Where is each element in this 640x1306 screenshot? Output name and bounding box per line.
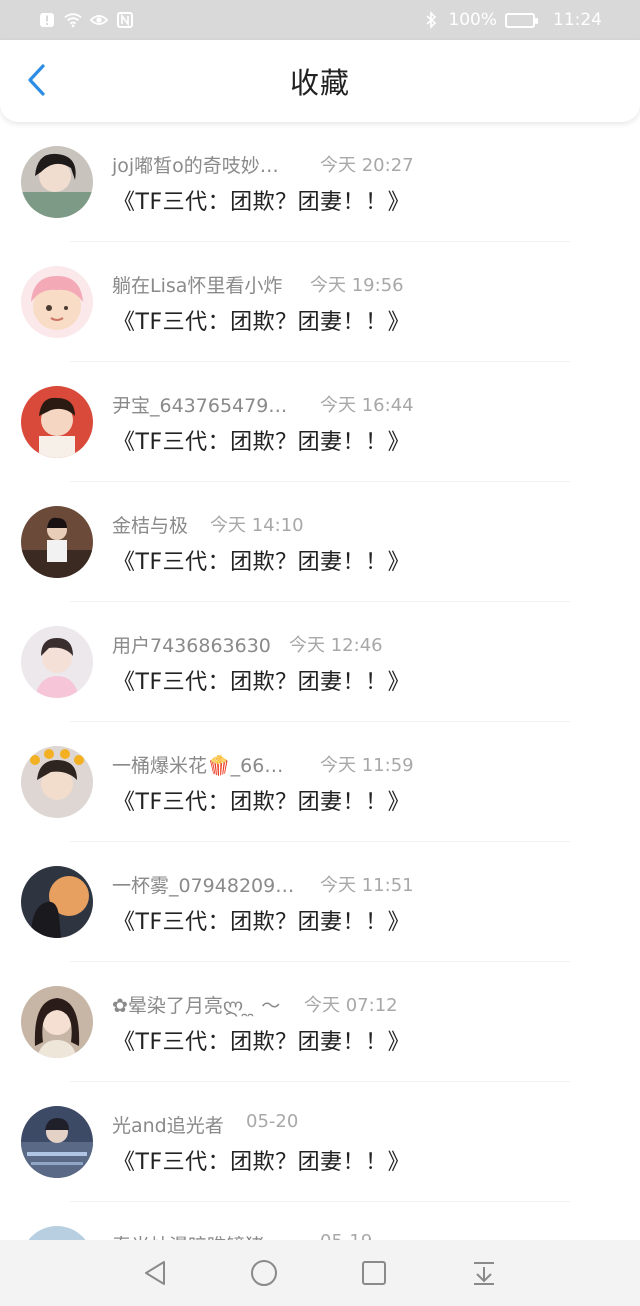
- article-title: 《TF三代：团欺？团妻！！》: [113, 310, 411, 335]
- list-item[interactable]: ✿晕染了月亮ლ ̯ ̯ 〜 今天 07:12 《TF三代：团欺？团妻！！》: [0, 962, 640, 1082]
- article-title: 《TF三代：团欺？团妻！！》: [113, 910, 411, 935]
- article-title: 《TF三代：团欺？团妻！！》: [113, 1150, 411, 1175]
- timestamp: 05-20: [246, 1111, 299, 1132]
- user-name: ✿晕染了月亮ლ ̯ ̯ 〜: [112, 995, 281, 1017]
- article-title: 《TF三代：团欺？团妻！！》: [113, 670, 411, 695]
- nfc-icon: [116, 11, 134, 29]
- user-name: 尹宝_643765479…: [112, 395, 288, 417]
- list-item[interactable]: 躺在Lisa怀里看小炸 今天 19:56 《TF三代：团欺？团妻！！》: [0, 242, 640, 362]
- timestamp: 今天 07:12: [304, 995, 398, 1016]
- timestamp: 今天 14:10: [210, 515, 304, 536]
- avatar[interactable]: [21, 866, 93, 938]
- status-left: [38, 11, 134, 29]
- status-bar: 100% 11:24: [0, 0, 640, 40]
- chevron-left-icon: [28, 64, 45, 96]
- system-nav-bar: [0, 1240, 640, 1306]
- favorites-list: joj嘟晳o的奇吱妙… 今天 20:27 《TF三代：团欺？团妻！！》 躺在Li…: [0, 122, 640, 1240]
- status-right: 100% 11:24: [422, 10, 602, 30]
- top-bar: 收藏: [0, 40, 640, 122]
- page-title: 收藏: [289, 66, 350, 100]
- avatar[interactable]: [21, 626, 93, 698]
- bluetooth-icon: [422, 11, 440, 29]
- alert-icon: [38, 11, 56, 29]
- user-name: 一杯雾_07948209…: [112, 875, 295, 897]
- timestamp: 今天 20:27: [320, 155, 414, 176]
- list-item[interactable]: 金桔与极 今天 14:10 《TF三代：团欺？团妻！！》: [0, 482, 640, 602]
- nav-home-button[interactable]: [249, 1258, 279, 1288]
- user-name: 春光灿漫暗瞧镜猪: [112, 1231, 264, 1240]
- back-button[interactable]: [18, 62, 54, 98]
- user-name: 躺在Lisa怀里看小炸: [112, 275, 283, 297]
- list-item[interactable]: 光and追光者 05-20 《TF三代：团欺？团妻！！》: [0, 1082, 640, 1202]
- eye-icon: [90, 11, 108, 29]
- avatar[interactable]: [21, 1226, 93, 1240]
- avatar[interactable]: [21, 986, 93, 1058]
- timestamp: 05-19: [320, 1231, 372, 1240]
- timestamp: 今天 16:44: [320, 395, 414, 416]
- timestamp: 今天 19:56: [310, 275, 404, 296]
- avatar[interactable]: [21, 146, 93, 218]
- wifi-icon: [64, 11, 82, 29]
- avatar[interactable]: [21, 266, 93, 338]
- article-title: 《TF三代：团欺？团妻！！》: [113, 190, 411, 215]
- triangle-back-icon: [145, 1261, 165, 1285]
- list-item[interactable]: 一杯雾_07948209… 今天 11:51 《TF三代：团欺？团妻！！》: [0, 842, 640, 962]
- nav-recent-button[interactable]: [359, 1258, 389, 1288]
- list-item[interactable]: 尹宝_643765479… 今天 16:44 《TF三代：团欺？团妻！！》: [0, 362, 640, 482]
- list-item[interactable]: 一桶爆米花🍿_66… 今天 11:59 《TF三代：团欺？团妻！！》: [0, 722, 640, 842]
- pull-down-icon: [474, 1262, 494, 1285]
- article-title: 《TF三代：团欺？团妻！！》: [113, 550, 411, 575]
- user-name: 用户7436863630: [112, 635, 271, 657]
- nav-back-button[interactable]: [140, 1258, 170, 1288]
- timestamp: 今天 11:59: [320, 755, 414, 776]
- list-item[interactable]: 春光灿漫暗瞧镜猪 05-19: [0, 1202, 640, 1240]
- status-time: 11:24: [553, 10, 602, 30]
- timestamp: 今天 11:51: [320, 875, 414, 896]
- user-name: joj嘟晳o的奇吱妙…: [112, 155, 279, 177]
- avatar[interactable]: [21, 746, 93, 818]
- article-title: 《TF三代：团欺？团妻！！》: [113, 1030, 411, 1055]
- battery-percent: 100%: [448, 10, 497, 30]
- timestamp: 今天 12:46: [289, 635, 383, 656]
- user-name: 光and追光者: [112, 1115, 224, 1137]
- nav-notification-button[interactable]: [469, 1258, 499, 1288]
- list-item[interactable]: 用户7436863630 今天 12:46 《TF三代：团欺？团妻！！》: [0, 602, 640, 722]
- article-title: 《TF三代：团欺？团妻！！》: [113, 430, 411, 455]
- list-item[interactable]: joj嘟晳o的奇吱妙… 今天 20:27 《TF三代：团欺？团妻！！》: [0, 122, 640, 242]
- avatar[interactable]: [21, 506, 93, 578]
- avatar[interactable]: [21, 1106, 93, 1178]
- article-title: 《TF三代：团欺？团妻！！》: [113, 790, 411, 815]
- avatar[interactable]: [21, 386, 93, 458]
- square-recent-icon: [362, 1261, 386, 1285]
- user-name: 金桔与极: [112, 515, 189, 537]
- circle-home-icon: [251, 1260, 277, 1286]
- battery-icon: [505, 12, 538, 28]
- user-name: 一桶爆米花🍿_66…: [112, 755, 284, 777]
